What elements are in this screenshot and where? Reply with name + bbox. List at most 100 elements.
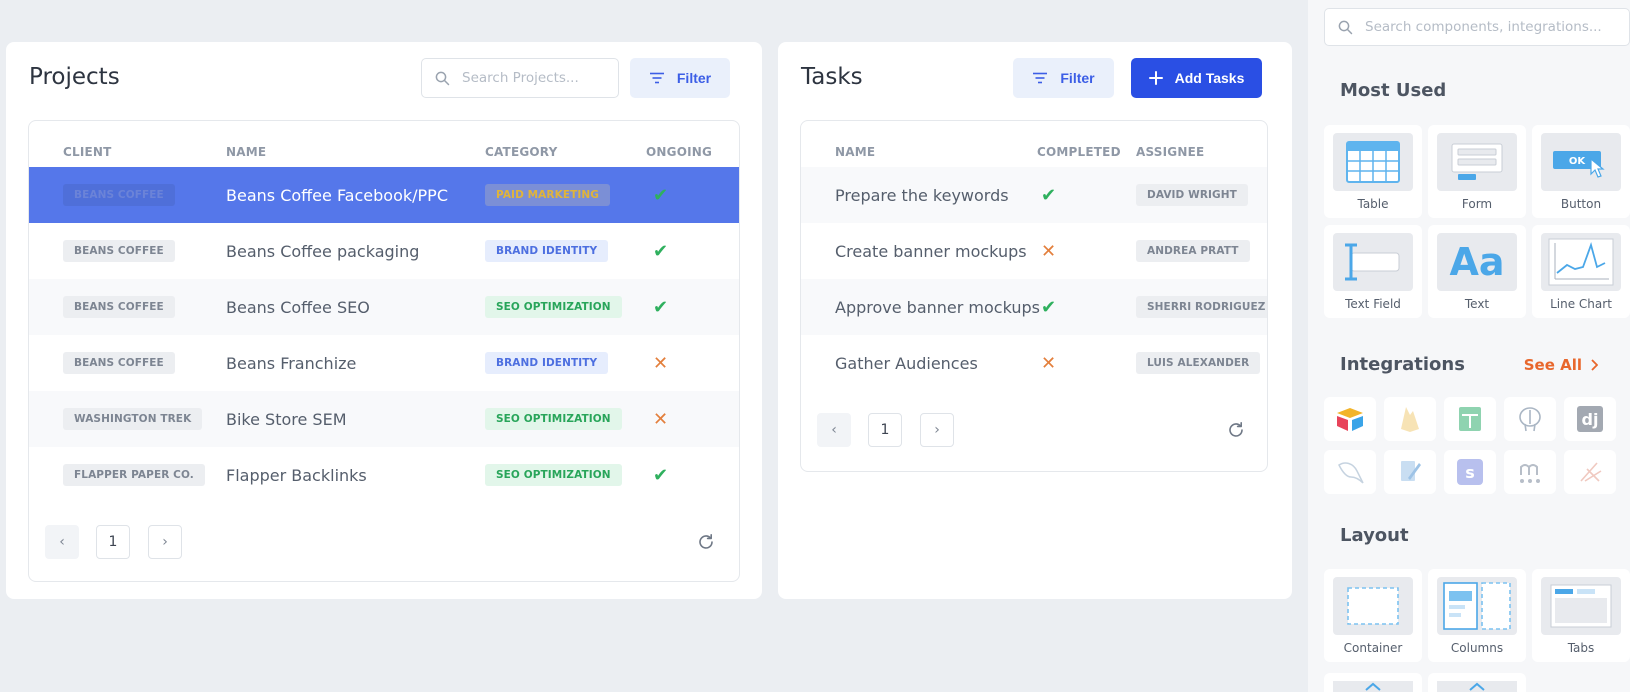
component-columns[interactable]: Columns bbox=[1428, 569, 1526, 662]
filter-icon bbox=[1032, 72, 1048, 84]
integrations-title: Integrations bbox=[1340, 354, 1465, 375]
notes-icon[interactable] bbox=[1384, 450, 1436, 494]
project-name: Beans Coffee packaging bbox=[226, 241, 420, 261]
components-panel: Most Used Table Form OK Button Text Fiel… bbox=[1308, 0, 1630, 692]
tasks-filter-button[interactable]: Filter bbox=[1013, 58, 1114, 98]
component-label: Form bbox=[1461, 197, 1493, 211]
table-row[interactable]: BEANS COFFEE Beans Franchize BRAND IDENT… bbox=[29, 335, 739, 391]
client-tag: BEANS COFFEE bbox=[63, 184, 175, 206]
table-row[interactable]: Prepare the keywords ✔ DAVID WRIGHT bbox=[801, 167, 1267, 223]
component-label: Container bbox=[1343, 641, 1403, 655]
component-text-field[interactable]: Text Field bbox=[1324, 225, 1422, 318]
projects-filter-label: Filter bbox=[676, 70, 712, 86]
firebase-icon[interactable] bbox=[1384, 397, 1436, 441]
component-button[interactable]: OK Button bbox=[1532, 125, 1630, 218]
table-row[interactable]: BEANS COFFEE Beans Coffee packaging BRAN… bbox=[29, 223, 739, 279]
container-icon bbox=[1333, 577, 1413, 635]
table-row[interactable]: BEANS COFFEE Beans Coffee SEO SEO OPTIMI… bbox=[29, 279, 739, 335]
cross-icon: ✕ bbox=[653, 352, 669, 374]
component-table[interactable]: Table bbox=[1324, 125, 1422, 218]
layout-title: Layout bbox=[1340, 525, 1409, 546]
task-name: Approve banner mockups bbox=[835, 297, 1040, 317]
s-app-icon[interactable]: s bbox=[1444, 450, 1496, 494]
table-row[interactable]: Approve banner mockups ✔ SHERRI RODRIGUE… bbox=[801, 279, 1267, 335]
google-sheets-icon[interactable] bbox=[1444, 397, 1496, 441]
component-label: Table bbox=[1357, 197, 1389, 211]
projects-card: Projects Filter CLIENT NAME CATEGORY ONG… bbox=[6, 42, 762, 599]
cross-icon: ✕ bbox=[1041, 352, 1057, 374]
column-header-name: NAME bbox=[835, 145, 876, 159]
airtable-icon[interactable] bbox=[1324, 397, 1376, 441]
table-row[interactable]: WASHINGTON TREK Bike Store SEM SEO OPTIM… bbox=[29, 391, 739, 447]
line-chart-icon bbox=[1541, 233, 1621, 291]
column-header-name: NAME bbox=[226, 145, 267, 159]
pagination-next-button[interactable]: › bbox=[920, 413, 954, 447]
tasks-table: NAME COMPLETED ASSIGNEE Prepare the keyw… bbox=[800, 120, 1268, 472]
client-tag: FLAPPER PAPER CO. bbox=[63, 464, 205, 486]
projects-search-input[interactable] bbox=[462, 70, 612, 86]
category-tag: SEO OPTIMIZATION bbox=[485, 408, 622, 430]
component-label: Tabs bbox=[1567, 641, 1595, 655]
refresh-icon[interactable] bbox=[696, 532, 716, 552]
slash-app-icon[interactable] bbox=[1564, 450, 1616, 494]
search-icon bbox=[435, 71, 450, 86]
projects-table: CLIENT NAME CATEGORY ONGOING BEANS COFFE… bbox=[28, 120, 740, 582]
form-icon bbox=[1437, 133, 1517, 191]
pagination-prev-button[interactable]: ‹ bbox=[45, 525, 79, 559]
component-label: Button bbox=[1560, 197, 1602, 211]
mysql-icon[interactable] bbox=[1324, 450, 1376, 494]
component-tabs[interactable]: Tabs bbox=[1532, 569, 1630, 662]
see-all-label: See All bbox=[1523, 356, 1582, 374]
task-name: Prepare the keywords bbox=[835, 185, 1009, 205]
pagination-page-button[interactable]: 1 bbox=[96, 525, 130, 559]
component-label: Columns bbox=[1450, 641, 1504, 655]
pagination-next-button[interactable]: › bbox=[148, 525, 182, 559]
project-name: Beans Coffee Facebook/PPC bbox=[226, 185, 448, 205]
m-app-icon[interactable] bbox=[1504, 450, 1556, 494]
component-partial[interactable] bbox=[1428, 673, 1526, 692]
see-all-link[interactable]: See All bbox=[1524, 356, 1598, 374]
client-tag: BEANS COFFEE bbox=[63, 240, 175, 262]
projects-search[interactable] bbox=[421, 58, 619, 98]
client-tag: WASHINGTON TREK bbox=[63, 408, 203, 430]
column-header-completed: COMPLETED bbox=[1037, 145, 1121, 159]
component-text[interactable]: Aa Text bbox=[1428, 225, 1526, 318]
table-row[interactable]: BEANS COFFEE Beans Coffee Facebook/PPC P… bbox=[29, 167, 739, 223]
django-icon[interactable]: dj bbox=[1564, 397, 1616, 441]
pagination-prev-button[interactable]: ‹ bbox=[817, 413, 851, 447]
category-tag: BRAND IDENTITY bbox=[485, 352, 609, 374]
components-search-input[interactable] bbox=[1365, 19, 1615, 35]
columns-icon bbox=[1437, 577, 1517, 635]
column-header-assignee: ASSIGNEE bbox=[1136, 145, 1205, 159]
refresh-icon[interactable] bbox=[1226, 420, 1246, 440]
projects-filter-button[interactable]: Filter bbox=[630, 58, 730, 98]
plus-icon bbox=[1148, 71, 1163, 85]
text-field-icon bbox=[1333, 233, 1413, 291]
button-thumb-text: OK bbox=[1569, 156, 1587, 167]
add-tasks-button[interactable]: Add Tasks bbox=[1131, 58, 1262, 98]
column-header-ongoing: ONGOING bbox=[646, 145, 713, 159]
check-icon: ✔ bbox=[653, 184, 669, 206]
tasks-title: Tasks bbox=[801, 64, 863, 90]
component-partial[interactable] bbox=[1324, 673, 1422, 692]
component-line-chart[interactable]: Line Chart bbox=[1532, 225, 1630, 318]
project-name: Beans Franchize bbox=[226, 353, 357, 373]
table-row[interactable]: Gather Audiences ✕ LUIS ALEXANDER bbox=[801, 335, 1267, 391]
tabs-icon bbox=[1541, 577, 1621, 635]
component-container[interactable]: Container bbox=[1324, 569, 1422, 662]
project-name: Beans Coffee SEO bbox=[226, 297, 370, 317]
table-icon bbox=[1333, 133, 1413, 191]
postgresql-icon[interactable] bbox=[1504, 397, 1556, 441]
table-row[interactable]: FLAPPER PAPER CO. Flapper Backlinks SEO … bbox=[29, 447, 739, 503]
cross-icon: ✕ bbox=[653, 408, 669, 430]
component-label: Text bbox=[1464, 297, 1490, 311]
assignee-tag: DAVID WRIGHT bbox=[1136, 184, 1248, 206]
search-icon bbox=[1338, 20, 1353, 35]
assignee-tag: LUIS ALEXANDER bbox=[1136, 352, 1261, 374]
check-icon: ✔ bbox=[1041, 296, 1057, 318]
column-header-category: CATEGORY bbox=[485, 145, 558, 159]
component-form[interactable]: Form bbox=[1428, 125, 1526, 218]
table-row[interactable]: Create banner mockups ✕ ANDREA PRATT bbox=[801, 223, 1267, 279]
pagination-page-button[interactable]: 1 bbox=[868, 413, 902, 447]
components-search[interactable] bbox=[1324, 8, 1630, 46]
